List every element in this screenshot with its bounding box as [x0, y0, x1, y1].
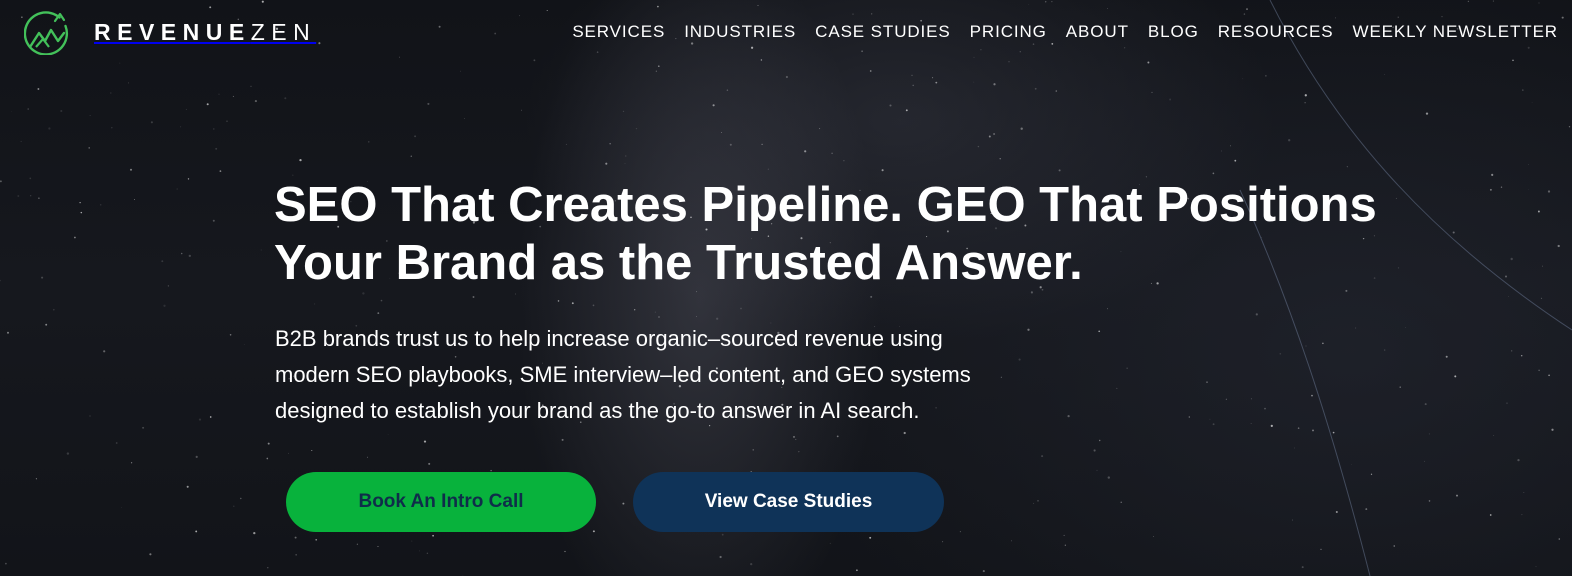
nav-weekly-newsletter[interactable]: WEEKLY NEWSLETTER [1353, 21, 1559, 43]
view-case-studies-button[interactable]: View Case Studies [633, 472, 944, 532]
hero-subtext-line1: B2B brands trust us to help increase org… [275, 326, 943, 351]
brand-name: REVENUEZEN [94, 18, 317, 45]
brand-name-part2: ZEN [250, 18, 317, 45]
hero-section: REVENUEZEN SERVICES INDUSTRIES CASE STUD… [0, 0, 1572, 576]
nav-services[interactable]: SERVICES [572, 21, 665, 43]
hero-headline: SEO That Creates Pipeline. GEO That Posi… [274, 176, 1514, 292]
site-logo[interactable]: REVENUEZEN [24, 9, 316, 55]
hero-subtext-line2: modern SEO playbooks, SME interview–led … [275, 362, 971, 387]
hero-headline-line2: Your Brand as the Trusted Answer. [274, 236, 1083, 290]
nav-industries[interactable]: INDUSTRIES [684, 21, 796, 43]
hero-subtext-line3: designed to establish your brand as the … [275, 398, 920, 423]
hero-headline-line1: SEO That Creates Pipeline. GEO That Posi… [274, 178, 1377, 232]
brand-name-part1: REVENUE [94, 18, 251, 45]
nav-pricing[interactable]: PRICING [970, 21, 1047, 43]
book-intro-call-button[interactable]: Book An Intro Call [286, 472, 596, 532]
hero-subtext: B2B brands trust us to help increase org… [275, 321, 1095, 429]
mountain-peaks-icon [24, 11, 69, 55]
nav-case-studies[interactable]: CASE STUDIES [815, 21, 951, 43]
nav-blog[interactable]: BLOG [1148, 21, 1199, 43]
main-nav: SERVICES INDUSTRIES CASE STUDIES PRICING… [572, 21, 1558, 43]
nav-resources[interactable]: RESOURCES [1218, 21, 1334, 43]
nav-about[interactable]: ABOUT [1066, 21, 1129, 43]
